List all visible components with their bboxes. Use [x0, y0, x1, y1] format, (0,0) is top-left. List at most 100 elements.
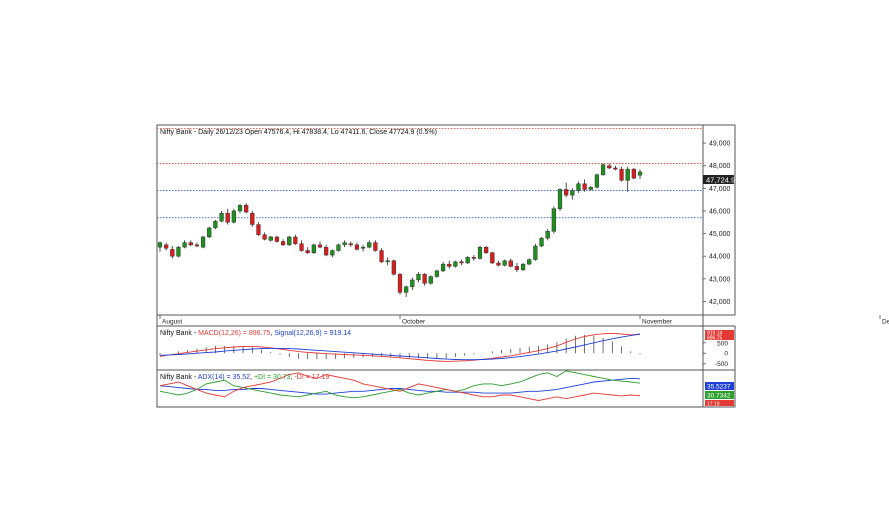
candle-body-34	[367, 242, 372, 248]
candle-body-59	[520, 263, 526, 270]
last-price-label: 47,724.9	[706, 176, 735, 185]
price-panel: 42,000 43,000 44,000 45,000 46,000 47,000 48,0…	[156, 124, 736, 316]
adx-title: Nifty Bank - ADX(14) = 35.52, +DI = 30.7…	[160, 374, 329, 381]
candle-body-52	[477, 246, 483, 259]
price-y-tick-label-7: 49,000	[709, 141, 731, 148]
macd-panel: -5000500 919.14 896.75 Nifty Bank - MACD…	[156, 325, 736, 371]
candle-body-16	[256, 224, 261, 235]
candle-body-6	[194, 244, 200, 247]
candle-body-61	[533, 245, 538, 260]
candle-body-44	[428, 276, 433, 284]
adx-title-plus-di: +DI = 30.73	[254, 374, 291, 381]
x-tick-label-2: November	[642, 319, 673, 326]
candle-body-69	[582, 183, 587, 190]
x-tick-label-0: August	[162, 319, 182, 326]
x-tick-label-1: October	[402, 319, 426, 326]
candle-body-78	[637, 171, 643, 176]
candle-body-64	[551, 208, 556, 232]
price-y-tick-label-1: 43,000	[709, 276, 731, 283]
macd-flag-value: 896.75	[707, 336, 723, 342]
candle-body-1	[164, 244, 169, 249]
candle-body-22	[293, 236, 298, 244]
candle-body-14	[244, 205, 249, 213]
candle-body-17	[262, 234, 267, 240]
price-y-tick-label-4: 46,000	[709, 208, 731, 215]
candle-body-75	[619, 168, 624, 181]
macd-title-signal: Signal(12,26,9) = 919.14	[274, 330, 351, 337]
candle-body-36	[379, 250, 384, 263]
price-axis-frame	[702, 124, 736, 316]
candle-body-72	[600, 164, 606, 175]
candle-body-4	[182, 242, 187, 248]
candle-body-24	[305, 250, 310, 253]
candle-body-19	[274, 236, 280, 242]
candle-body-58	[514, 266, 520, 270]
adx-value-flags: 35.5237 30.7342 17.19	[705, 382, 734, 408]
candle-body-76	[625, 168, 630, 181]
candle-body-28	[330, 250, 335, 256]
candle-body-35	[373, 242, 378, 251]
candle-body-37	[385, 260, 390, 263]
candle-body-39	[397, 274, 403, 293]
candle-body-73	[607, 165, 612, 169]
candle-body-60	[527, 259, 532, 265]
chart-canvas: 42,000 43,000 44,000 45,000 46,000 47,000 48,0…	[156, 124, 889, 408]
candle-body-47	[447, 263, 452, 267]
candle-body-68	[576, 183, 581, 191]
candle-body-54	[490, 252, 495, 264]
candle-body-38	[391, 260, 396, 275]
candle-body-70	[588, 187, 593, 190]
candle-body-63	[545, 231, 550, 239]
macd-title-prefix: Nifty Bank -	[160, 330, 198, 337]
x-axis: August October November December	[156, 314, 889, 327]
x-axis-strip	[156, 314, 704, 327]
candle-body-29	[336, 244, 341, 251]
candle-body-21	[287, 236, 292, 246]
candle-body-57	[508, 260, 513, 267]
candle-body-25	[311, 244, 316, 253]
price-chart-title: Nifty Bank - Daily 26/12/23 Open 47576.4…	[160, 129, 437, 136]
candle-body-11	[225, 213, 230, 223]
candle-body-45	[434, 270, 440, 277]
macd-y-tick-label-1: 0	[724, 351, 728, 358]
adx-title-prefix: Nifty Bank -	[160, 374, 198, 381]
candle-body-30	[342, 242, 347, 246]
price-y-tick-label-0: 42,000	[709, 299, 731, 306]
minus-di-flag-value: 17.19	[707, 402, 720, 408]
candle-body-27	[324, 246, 329, 256]
candle-body-9	[213, 220, 218, 229]
candle-body-42	[416, 274, 421, 281]
candle-body-23	[299, 243, 304, 251]
adx-title-minus-di: -DI = 17.19	[294, 374, 329, 381]
candle-body-41	[410, 279, 415, 287]
candle-body-15	[250, 213, 255, 225]
candle-body-62	[539, 237, 544, 247]
candle-body-46	[440, 263, 446, 272]
candle-body-33	[360, 246, 366, 249]
candle-body-77	[631, 168, 636, 179]
candle-body-2	[170, 249, 175, 257]
candle-body-5	[188, 242, 193, 246]
candle-body-71	[594, 174, 600, 188]
candle-body-53	[484, 246, 489, 253]
candle-body-56	[502, 260, 507, 266]
adx-title-adx: ADX(14) = 35.52	[198, 374, 250, 381]
candle-body-13	[237, 205, 243, 212]
candle-body-8	[207, 227, 212, 238]
candle-body-7	[200, 236, 206, 248]
price-y-tick-label-5: 47,000	[709, 186, 731, 193]
candle-body-48	[453, 261, 458, 267]
candle-body-26	[317, 244, 323, 248]
candle-body-32	[354, 244, 360, 250]
candle-body-10	[219, 213, 224, 222]
macd-value-flags: 919.14 896.75	[705, 330, 734, 342]
macd-title: Nifty Bank - MACD(12,26) = 896.75, Signa…	[160, 330, 351, 337]
adx-flag-value: 35.5237	[707, 384, 731, 391]
candle-body-65	[557, 189, 563, 209]
candle-body-40	[404, 286, 409, 293]
price-plot-frame	[156, 124, 704, 316]
price-y-tick-label-6: 48,000	[709, 163, 731, 170]
candle-body-12	[231, 210, 236, 223]
candle-body-50	[465, 257, 470, 264]
candle-body-51	[471, 257, 476, 259]
